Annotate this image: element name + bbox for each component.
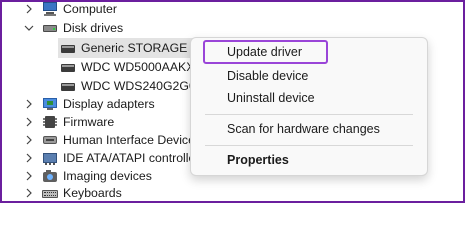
menu-item-label: Update driver — [227, 45, 303, 59]
chevron-right-icon[interactable] — [24, 188, 34, 198]
tree-item-label: Disk drives — [63, 21, 124, 35]
tree-item-label: Display adapters — [63, 97, 155, 111]
hid-icon — [42, 132, 58, 148]
hard-drive-icon — [60, 40, 76, 56]
ide-controller-icon — [42, 150, 58, 166]
tree-item-label: IDE ATA/ATAPI controlle — [63, 151, 196, 165]
tree-item-disk-drives[interactable]: Disk drives — [24, 18, 123, 38]
tree-item-label: Computer — [63, 2, 117, 16]
tree-item-firmware[interactable]: Firmware — [24, 112, 114, 132]
display-adapter-icon — [42, 96, 58, 112]
tree-item-display-adapters[interactable]: Display adapters — [24, 94, 155, 114]
computer-icon — [42, 2, 58, 17]
tree-item-wdc-wd5000aakx[interactable]: WDC WD5000AAKX- — [60, 57, 199, 77]
menu-item-label: Scan for hardware changes — [227, 122, 380, 136]
tree-item-keyboards[interactable]: Keyboards — [24, 183, 122, 201]
chevron-right-icon[interactable] — [24, 117, 34, 127]
menu-item-label: Uninstall device — [227, 91, 315, 105]
tree-item-label: WDC WDS240G2G0B — [81, 79, 204, 93]
tree-item-human-interface-devices[interactable]: Human Interface Device — [24, 130, 195, 150]
hard-drive-icon — [60, 78, 76, 94]
menu-item-properties[interactable]: Properties — [191, 149, 427, 171]
menu-item-update-driver[interactable]: Update driver — [191, 41, 427, 63]
disk-drives-icon — [42, 20, 58, 36]
tree-item-label: Human Interface Device — [63, 133, 195, 147]
menu-item-label: Disable device — [227, 69, 309, 83]
menu-item-disable-device[interactable]: Disable device — [191, 65, 427, 87]
menu-separator — [205, 114, 413, 115]
chevron-right-icon[interactable] — [24, 99, 34, 109]
chevron-right-icon[interactable] — [24, 135, 34, 145]
menu-item-uninstall-device[interactable]: Uninstall device — [191, 87, 427, 109]
chevron-right-icon[interactable] — [24, 4, 34, 14]
chevron-right-icon[interactable] — [24, 171, 34, 181]
tree-item-ide-controllers[interactable]: IDE ATA/ATAPI controlle — [24, 148, 195, 168]
tree-item-label: Firmware — [63, 115, 115, 129]
menu-item-scan-hardware-changes[interactable]: Scan for hardware changes — [191, 118, 427, 140]
device-manager-tree-panel: Computer Disk drives Generic STORAGE DE … — [0, 0, 465, 203]
tree-item-label: Generic STORAGE DE — [81, 41, 208, 55]
menu-separator — [205, 145, 413, 146]
chevron-right-icon[interactable] — [24, 153, 34, 163]
context-menu: Update driver Disable device Uninstall d… — [190, 37, 428, 176]
tree-item-label: Keyboards — [63, 186, 122, 200]
tree-item-generic-storage-device[interactable]: Generic STORAGE DE — [60, 38, 208, 58]
tree-item-wdc-wds240g2g0b[interactable]: WDC WDS240G2G0B — [60, 76, 204, 96]
chevron-down-icon[interactable] — [24, 23, 34, 33]
firmware-icon — [42, 114, 58, 130]
hard-drive-icon — [60, 59, 76, 75]
menu-item-label: Properties — [227, 153, 289, 167]
imaging-device-icon — [42, 168, 58, 184]
tree-item-label: WDC WD5000AAKX- — [81, 60, 199, 74]
tree-item-computer[interactable]: Computer — [24, 2, 117, 19]
keyboard-icon — [42, 185, 58, 201]
